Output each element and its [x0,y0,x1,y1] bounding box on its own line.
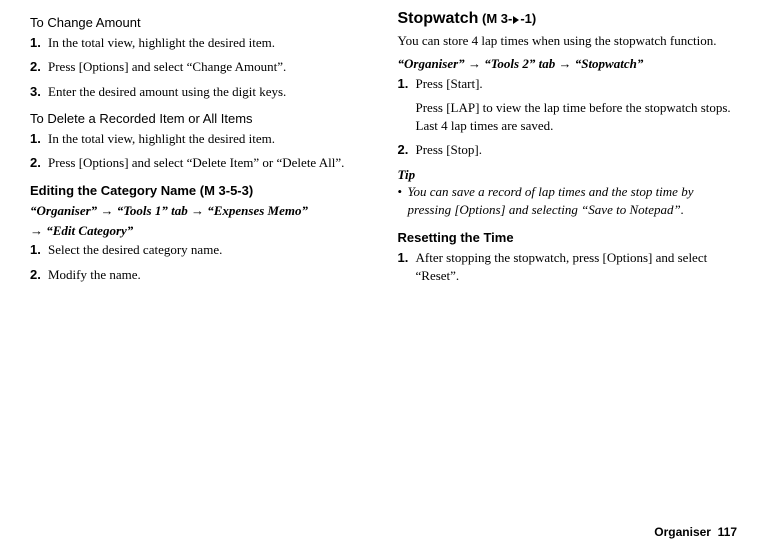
right-triangle-icon [513,16,519,24]
arrow-icon: → [191,203,204,218]
step-extra: Press [LAP] to view the lap time before … [398,99,738,134]
list-item: 1.After stopping the stopwatch, press [O… [398,249,738,284]
path-segment: “Tools 2” tab [484,56,555,71]
heading-text: Editing the Category Name [30,183,196,198]
tip-text: You can save a record of lap times and t… [408,183,738,218]
intro-text: You can store 4 lap times when using the… [398,32,738,50]
page: To Change Amount 1.In the total view, hi… [0,0,767,291]
page-footer: Organiser 117 [654,524,737,540]
path-segment: “Edit Category” [46,223,133,238]
left-column: To Change Amount 1.In the total view, hi… [30,8,370,291]
heading-change-amount: To Change Amount [30,14,370,32]
path-segment: “Expenses Memo” [207,203,308,218]
footer-page: 117 [718,525,737,539]
steps-reset-time: 1.After stopping the stopwatch, press [O… [398,249,738,284]
step-text: After stopping the stopwatch, press [Opt… [416,249,738,284]
arrow-icon: → [30,223,43,238]
heading-reset-time: Resetting the Time [398,229,738,247]
list-item: 1.In the total view, highlight the desir… [30,130,370,148]
step-text: Press [Options] and select “Change Amoun… [48,58,370,76]
heading-delete-item: To Delete a Recorded Item or All Items [30,110,370,128]
heading-text: Stopwatch [398,10,479,27]
footer-section: Organiser [654,525,711,539]
list-item: 3.Enter the desired amount using the dig… [30,83,370,101]
path-segment: “Organiser” [398,56,465,71]
step-text: Modify the name. [48,266,370,284]
arrow-icon: → [468,56,481,71]
nav-path: “Organiser” → “Tools 1” tab → “Expenses … [30,202,370,220]
list-item: 2.Press [Stop]. [398,141,738,159]
steps-delete-item: 1.In the total view, highlight the desir… [30,130,370,172]
path-segment: “Stopwatch” [575,56,644,71]
step-text: Enter the desired amount using the digit… [48,83,370,101]
list-item: 2.Press [Options] and select “Change Amo… [30,58,370,76]
step-text: In the total view, highlight the desired… [48,130,370,148]
right-column: Stopwatch (M 3--1) You can store 4 lap t… [398,8,738,291]
tip-body: • You can save a record of lap times and… [398,183,738,218]
steps-stopwatch: 2.Press [Stop]. [398,141,738,159]
steps-change-amount: 1.In the total view, highlight the desir… [30,34,370,101]
arrow-icon: → [558,56,571,71]
nav-path: → “Edit Category” [30,222,370,240]
nav-path: “Organiser” → “Tools 2” tab → “Stopwatch… [398,55,738,73]
step-text: Press [Options] and select “Delete Item”… [48,154,370,172]
path-segment: “Organiser” [30,203,97,218]
tip-label: Tip [398,166,738,184]
path-segment: “Tools 1” tab [117,203,188,218]
heading-stopwatch: Stopwatch (M 3--1) [398,8,738,30]
step-text: In the total view, highlight the desired… [48,34,370,52]
list-item: 2.Modify the name. [30,266,370,284]
heading-edit-category: Editing the Category Name (M 3-5-3) [30,182,370,200]
list-item: 2.Press [Options] and select “Delete Ite… [30,154,370,172]
arrow-icon: → [100,203,113,218]
step-text: Press [Start]. [416,75,738,93]
step-text: Select the desired category name. [48,241,370,259]
bullet-icon: • [398,183,408,201]
menu-code: (M 3--1) [478,11,536,26]
step-text: Press [Stop]. [416,141,738,159]
list-item: 1.In the total view, highlight the desir… [30,34,370,52]
list-item: 1.Press [Start]. [398,75,738,93]
list-item: 1.Select the desired category name. [30,241,370,259]
steps-edit-category: 1.Select the desired category name. 2.Mo… [30,241,370,283]
steps-stopwatch: 1.Press [Start]. [398,75,738,93]
menu-code: (M 3-5-3) [196,183,253,198]
